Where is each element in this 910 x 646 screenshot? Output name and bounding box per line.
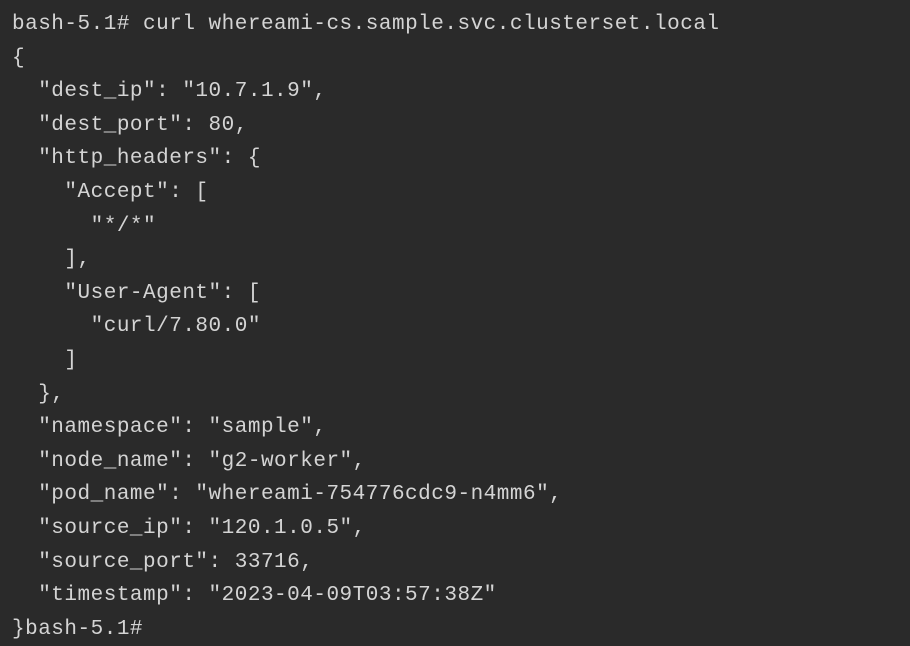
json-user-agent-close: ] [12, 349, 78, 372]
json-namespace: "namespace": "sample", [12, 416, 326, 439]
json-accept-close: ], [12, 248, 91, 271]
json-dest-ip: "dest_ip": "10.7.1.9", [12, 80, 326, 103]
json-headers-close: }, [12, 383, 64, 406]
json-user-agent-key: "User-Agent": [ [12, 282, 261, 305]
json-node-name: "node_name": "g2-worker", [12, 450, 366, 473]
json-source-port: "source_port": 33716, [12, 551, 313, 574]
json-http-headers: "http_headers": { [12, 147, 261, 170]
json-close-and-prompt: }bash-5.1# [12, 618, 156, 641]
json-user-agent-value: "curl/7.80.0" [12, 315, 261, 338]
json-accept-key: "Accept": [ [12, 181, 209, 204]
json-dest-port: "dest_port": 80, [12, 114, 248, 137]
json-timestamp: "timestamp": "2023-04-09T03:57:38Z" [12, 584, 497, 607]
json-accept-value: "*/*" [12, 215, 156, 238]
json-open-brace: { [12, 47, 25, 70]
curl-command: curl whereami-cs.sample.svc.clusterset.l… [143, 13, 720, 36]
terminal-window[interactable]: bash-5.1# curl whereami-cs.sample.svc.cl… [12, 8, 898, 646]
json-pod-name: "pod_name": "whereami-754776cdc9-n4mm6", [12, 483, 562, 506]
json-source-ip: "source_ip": "120.1.0.5", [12, 517, 366, 540]
shell-prompt-1: bash-5.1# [12, 13, 143, 36]
